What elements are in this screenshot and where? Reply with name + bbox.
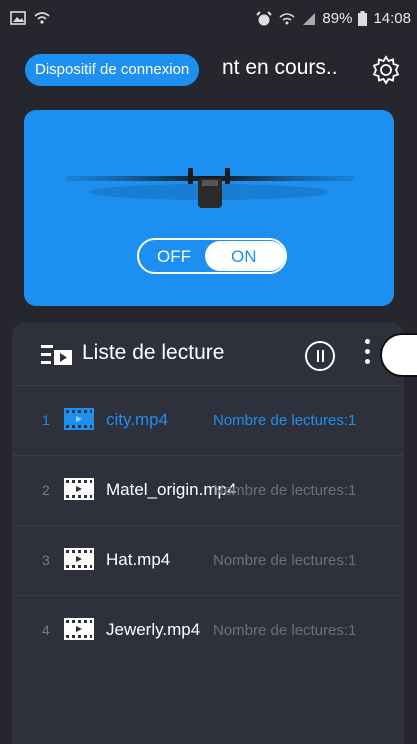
item-index: 4: [42, 622, 50, 638]
pause-button[interactable]: [305, 341, 335, 371]
more-options-button[interactable]: [364, 339, 372, 369]
wifi-icon: [34, 12, 50, 24]
battery-percent: 89%: [322, 10, 353, 27]
page-title: nt en cours..: [222, 56, 338, 79]
playlist-header: Liste de lecture: [12, 323, 417, 385]
video-file-icon: [64, 478, 94, 500]
alarm-icon: [256, 10, 273, 25]
app-header: nt en cours.. Dispositif de connexion: [0, 40, 417, 100]
playlist-item[interactable]: 1 city.mp4 Nombre de lectures:1: [12, 385, 404, 456]
playlist-item[interactable]: 4 Jewerly.mp4 Nombre de lectures:1: [12, 595, 404, 666]
item-play-count: Nombre de lectures:1: [213, 552, 357, 569]
gear-icon[interactable]: [370, 54, 402, 86]
clock: 14:08: [373, 10, 411, 27]
cell-signal-icon: [303, 12, 316, 25]
video-file-icon: [64, 548, 94, 570]
playlist-title: Liste de lecture: [82, 341, 225, 364]
item-index: 3: [42, 552, 50, 568]
item-play-count: Nombre de lectures:1: [213, 482, 357, 499]
status-bar: 89% 14:08: [0, 0, 417, 40]
item-name: Hat.mp4: [106, 550, 171, 569]
video-file-icon: [64, 408, 94, 430]
item-index: 2: [42, 482, 50, 498]
toggle-off-label: OFF: [157, 247, 191, 266]
playlist-panel: Liste de lecture 1 city.mp4 Nombre de le…: [12, 323, 417, 744]
hologram-fan-image: [66, 168, 354, 208]
status-right-icons: 89% 14:08: [256, 10, 411, 27]
item-play-count: Nombre de lectures:1: [213, 412, 357, 429]
drag-handle[interactable]: [380, 333, 417, 377]
gallery-notification-icon: [10, 11, 26, 25]
device-card: OFF ON: [24, 110, 394, 306]
status-left-icons: [10, 11, 50, 25]
toggle-on-label: ON: [231, 247, 257, 266]
playlist-item[interactable]: 3 Hat.mp4 Nombre de lectures:1: [12, 525, 404, 596]
battery-icon: [358, 11, 368, 26]
item-name: city.mp4: [106, 410, 169, 429]
power-toggle[interactable]: OFF ON: [137, 238, 287, 274]
video-file-icon: [64, 618, 94, 640]
item-name: Jewerly.mp4: [106, 620, 201, 639]
item-index: 1: [42, 412, 50, 428]
connect-device-button[interactable]: Dispositif de connexion: [25, 54, 200, 86]
wifi-signal-icon: [279, 12, 295, 24]
playlist-icon: [41, 345, 72, 365]
item-play-count: Nombre de lectures:1: [213, 622, 357, 639]
playlist-item[interactable]: 2 Matel_origin.mp4 Nombre de lectures:1: [12, 455, 404, 526]
